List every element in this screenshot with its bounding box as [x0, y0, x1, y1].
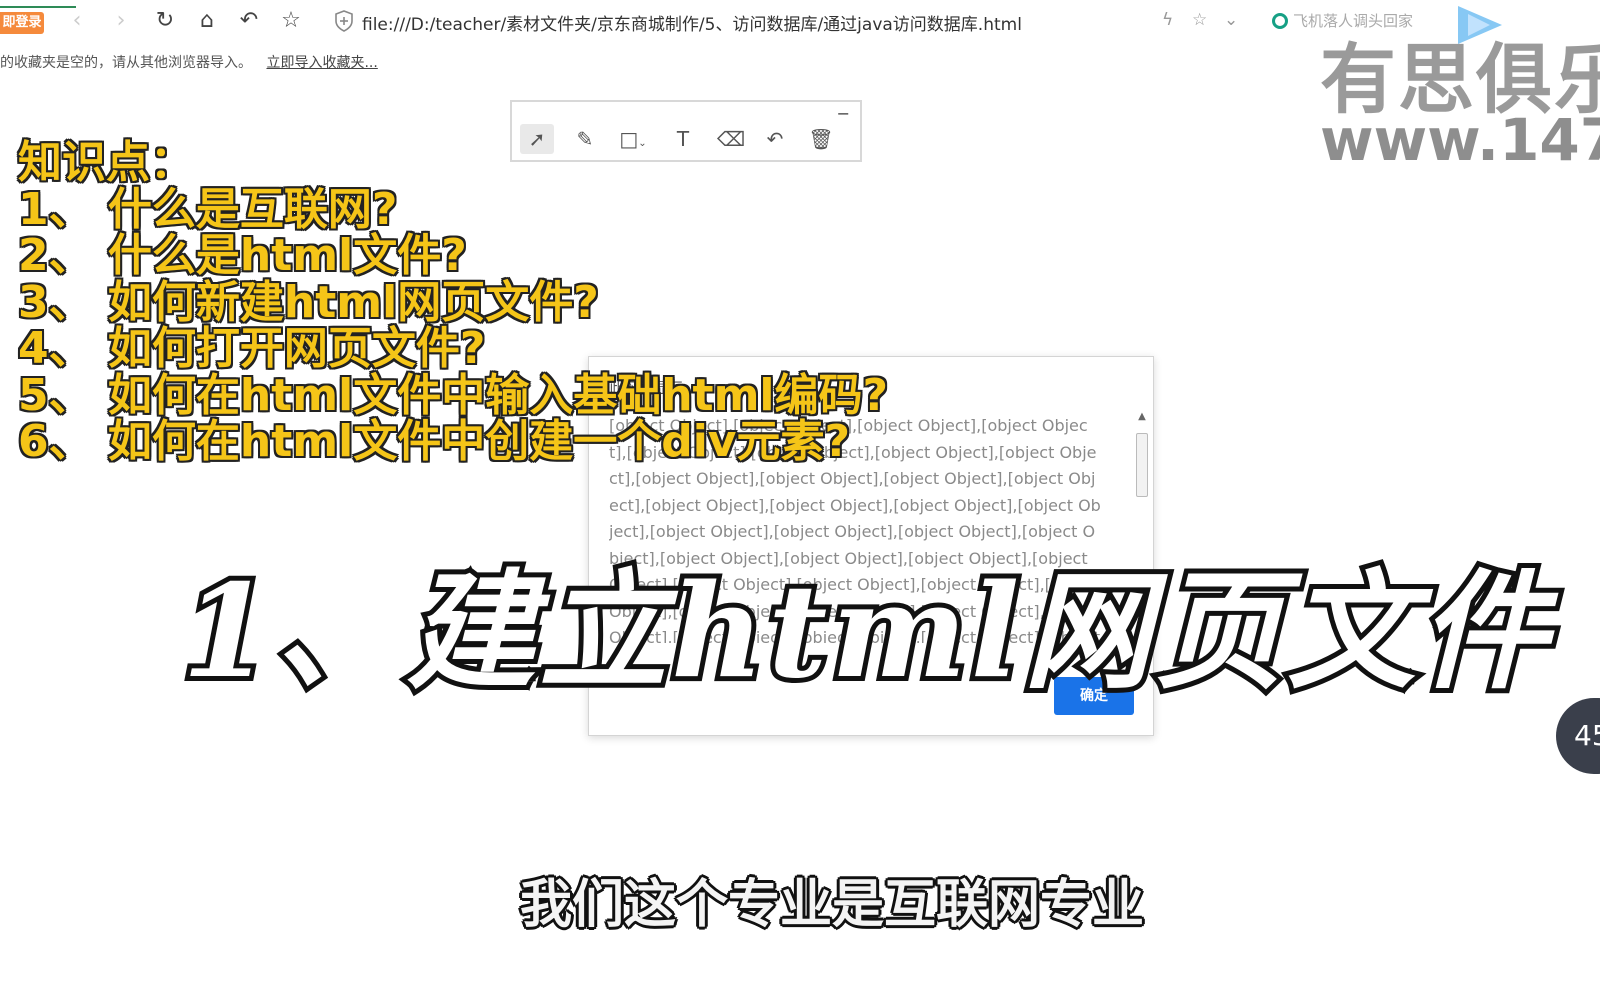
flash-icon[interactable]: ϟ: [1162, 10, 1173, 30]
search-engine-icon: [1272, 13, 1288, 29]
chevron-down-icon[interactable]: ⌄: [1224, 10, 1238, 30]
knowledge-point-item: 4、 如何打开网页文件?: [18, 323, 486, 374]
knowledge-point-item: 6、 如何在html文件中创建一个div元素?: [18, 416, 851, 467]
chapter-title: 1、建立html网页文件: [177, 552, 1552, 712]
undo-tab-icon[interactable]: ↶: [234, 6, 264, 36]
knowledge-point-item: 5、 如何在html文件中输入基础html编码?: [18, 369, 889, 421]
scroll-thumb[interactable]: [1136, 433, 1148, 497]
forward-icon[interactable]: ›: [106, 6, 136, 36]
address-bar[interactable]: file:///D:/teacher/素材文件夹/京东商城制作/5、访问数据库/…: [362, 10, 1022, 35]
import-bookmarks-link[interactable]: 立即导入收藏夹...: [266, 55, 377, 71]
scroll-up-icon[interactable]: ▲: [1135, 411, 1149, 422]
back-icon[interactable]: ‹: [62, 6, 92, 36]
knowledge-points-heading: 知识点：: [18, 137, 194, 188]
bookmarks-bar: 的收藏夹是空的，请从其他浏览器导入。 立即导入收藏夹...: [0, 52, 378, 78]
knowledge-point-item: 1、 什么是互联网?: [18, 183, 398, 235]
shield-icon[interactable]: [334, 10, 354, 32]
bookmark-star-icon[interactable]: ☆: [1192, 10, 1207, 30]
floating-timer-badge[interactable]: 45: [1556, 698, 1600, 774]
favorite-star-icon[interactable]: ☆: [276, 6, 306, 36]
watermark-url: www.147: [1320, 106, 1600, 174]
video-subtitle: 我们这个专业是互联网专业: [520, 875, 1145, 935]
bookmarks-empty-message: 的收藏夹是空的，请从其他浏览器导入。: [0, 55, 252, 71]
knowledge-point-item: 3、 如何新建html网页文件?: [18, 276, 599, 328]
home-icon[interactable]: ⌂: [192, 6, 222, 36]
minimize-button[interactable]: −: [837, 104, 850, 123]
knowledge-points: 知识点： 1、 什么是互联网? 2、 什么是html文件? 3、 如何新建htm…: [18, 137, 889, 467]
knowledge-point-item: 2、 什么是html文件?: [18, 230, 467, 281]
login-button[interactable]: 即登录: [0, 12, 44, 34]
reload-icon[interactable]: ↻: [150, 6, 180, 36]
